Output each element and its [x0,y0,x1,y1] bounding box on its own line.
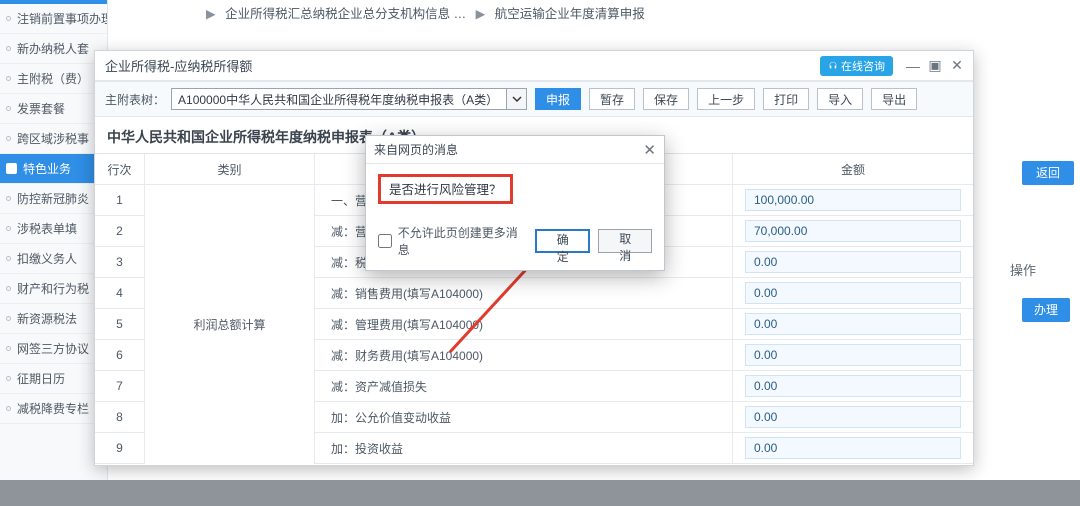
confirm-ok-button[interactable]: 确定 [535,229,591,253]
sidebar-item-5[interactable]: 特色业务 [0,154,107,184]
sidebar-item-8[interactable]: 扣缴义务人 [0,244,107,274]
sidebar-item-label: 防控新冠肺炎 [17,190,89,207]
sidebar-item-label: 新资源税法 [17,310,77,327]
confirm-cancel-button[interactable]: 取消 [598,229,652,253]
sidebar-item-label: 注销前置事项办理套餐 [17,10,107,27]
form-select-value: A100000中华人民共和国企业所得税年度纳税申报表（A类） [178,91,498,108]
amount-input[interactable] [745,189,961,211]
category-merged-cell: 利润总额计算 [145,185,315,464]
import-button[interactable]: 导入 [817,88,863,110]
return-button[interactable]: 返回 [1022,161,1074,185]
sidebar-item-label: 减税降费专栏 [17,400,89,417]
export-button[interactable]: 导出 [871,88,917,110]
sidebar-item-0[interactable]: 注销前置事项办理套餐 [0,4,107,34]
sidebar-item-1[interactable]: 新办纳税人套 [0,34,107,64]
amount-input[interactable] [745,375,961,397]
sidebar-item-11[interactable]: 网签三方协议 [0,334,107,364]
online-consult-button[interactable]: 在线咨询 [820,56,893,76]
minimize-icon[interactable]: — [903,56,923,76]
handle-button[interactable]: 办理 [1022,298,1070,322]
sidebar-item-10[interactable]: 新资源税法 [0,304,107,334]
form-select[interactable]: A100000中华人民共和国企业所得税年度纳税申报表（A类） [171,88,527,110]
amount-input[interactable] [745,344,961,366]
confirm-dialog: 来自网页的消息 ✕ 是否进行风险管理？ 不允许此页创建更多消息 确定 取消 [365,135,665,271]
grid-apps-icon [6,163,17,174]
tree-label: 主附表树： [105,91,165,108]
sidebar-item-7[interactable]: 涉税表单填 [0,214,107,244]
sidebar-item-label: 主附税（费） [17,70,89,87]
amount-input[interactable] [745,251,961,273]
sidebar-item-12[interactable]: 征期日历 [0,364,107,394]
sidebar-item-label: 新办纳税人套 [17,40,89,57]
chevron-right-icon: ▶ [206,7,216,21]
sidebar-item-label: 跨区域涉税事 [17,130,89,147]
amount-input[interactable] [745,406,961,428]
operate-column-label: 操作 [1010,260,1036,279]
sidebar-item-2[interactable]: 主附税（费） [0,64,107,94]
prev-button[interactable]: 上一步 [697,88,755,110]
amount-input[interactable] [745,437,961,459]
declare-button[interactable]: 申报 [535,88,581,110]
crumb-b[interactable]: 航空运输企业年度清算申报 [495,7,645,21]
headset-icon [828,61,838,71]
confirm-titlebar[interactable]: 来自网页的消息 ✕ [366,136,664,164]
sidebar-item-3[interactable]: 发票套餐 [0,94,107,124]
amount-input[interactable] [745,313,961,335]
chevron-down-icon [506,89,526,109]
sidebar-item-6[interactable]: 防控新冠肺炎 [0,184,107,214]
suppress-checkbox-label[interactable]: 不允许此页创建更多消息 [378,224,527,258]
print-button[interactable]: 打印 [763,88,809,110]
amount-input[interactable] [745,220,961,242]
close-icon[interactable]: ✕ [643,141,656,159]
sidebar-item-label: 发票套餐 [17,100,65,117]
amount-input[interactable] [745,282,961,304]
modal-toolbar: 主附表树： A100000中华人民共和国企业所得税年度纳税申报表（A类） 申报 … [95,81,973,117]
suppress-checkbox[interactable] [378,234,392,248]
tempsave-button[interactable]: 暂存 [589,88,635,110]
maximize-icon[interactable]: ▣ [925,56,945,76]
crumb-a[interactable]: 企业所得税汇总纳税企业总分支机构信息 … [225,7,466,21]
sidebar-item-label: 征期日历 [17,370,65,387]
close-icon[interactable]: ✕ [947,56,967,76]
sidebar-item-9[interactable]: 财产和行为税 [0,274,107,304]
sidebar-item-4[interactable]: 跨区域涉税事 [0,124,107,154]
sidebar-item-label: 涉税表单填 [17,220,77,237]
modal-title: 企业所得税-应纳税所得额 [101,56,820,75]
sidebar-item-label: 财产和行为税 [17,280,89,297]
sidebar-item-label: 特色业务 [23,160,71,177]
sidebar-item-label: 网签三方协议 [17,340,89,357]
online-consult-label: 在线咨询 [841,58,885,74]
confirm-question: 是否进行风险管理？ [378,174,513,204]
confirm-title: 来自网页的消息 [374,141,458,158]
footer-strip [0,480,1080,506]
col-header-index: 行次 [95,154,145,184]
col-header-category: 类别 [145,154,315,184]
sidebar-item-label: 扣缴义务人 [17,250,77,267]
save-button[interactable]: 保存 [643,88,689,110]
breadcrumb: ▶ 企业所得税汇总纳税企业总分支机构信息 … ▶ 航空运输企业年度清算申报 [200,3,645,22]
sidebar: 注销前置事项办理套餐 新办纳税人套 主附税（费） 发票套餐 跨区域涉税事 特色业… [0,0,108,480]
chevron-right-icon: ▶ [476,7,486,21]
sidebar-item-13[interactable]: 减税降费专栏 [0,394,107,424]
col-header-amount: 金额 [733,154,973,184]
modal-titlebar[interactable]: 企业所得税-应纳税所得额 在线咨询 — ▣ ✕ [95,51,973,81]
